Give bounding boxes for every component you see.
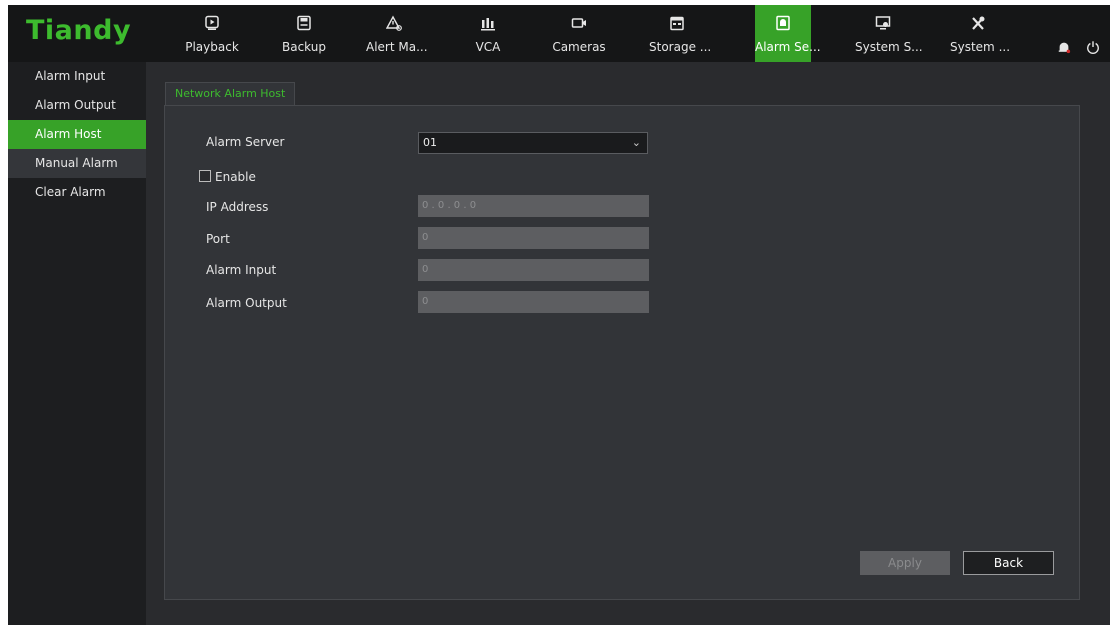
sidebar-item-alarm-output[interactable]: Alarm Output bbox=[8, 91, 146, 120]
storage-icon bbox=[649, 15, 705, 37]
nav-label: Alert Ma... bbox=[366, 40, 428, 54]
sidebar-item-alarm-input[interactable]: Alarm Input bbox=[8, 62, 146, 91]
sidebar-item-clear-alarm[interactable]: Clear Alarm bbox=[8, 178, 146, 207]
nav-alarm-settings[interactable]: Alarm Se... bbox=[755, 5, 821, 62]
alarm-server-value: 01 bbox=[423, 136, 437, 149]
nav-label: System ... bbox=[950, 40, 1011, 54]
camera-icon bbox=[551, 15, 607, 37]
system-settings-icon bbox=[855, 15, 911, 37]
port-field[interactable]: 0 bbox=[418, 227, 649, 249]
bell-icon[interactable] bbox=[1057, 39, 1071, 58]
content-panel bbox=[164, 105, 1080, 600]
power-icon[interactable] bbox=[1086, 39, 1100, 58]
nav-label: VCA bbox=[475, 40, 501, 54]
nav-system-tools[interactable]: System ... bbox=[950, 5, 1011, 62]
nav-label: Alarm Se... bbox=[755, 40, 821, 54]
nav-alert-management[interactable]: Alert Ma... bbox=[366, 5, 428, 62]
alarm-output-field[interactable]: 0 bbox=[418, 291, 649, 313]
alarm-server-select[interactable]: 01 ⌄ bbox=[418, 132, 648, 154]
nav-storage[interactable]: Storage ... bbox=[649, 5, 712, 62]
port-label: Port bbox=[206, 232, 230, 246]
backup-icon bbox=[276, 15, 332, 37]
sidebar-item-alarm-host[interactable]: Alarm Host bbox=[8, 120, 146, 149]
back-button[interactable]: Back bbox=[963, 551, 1054, 575]
alarm-output-label: Alarm Output bbox=[206, 296, 287, 310]
alarm-input-field[interactable]: 0 bbox=[418, 259, 649, 281]
nav-label: Storage ... bbox=[649, 40, 712, 54]
alarm-server-label: Alarm Server bbox=[206, 135, 285, 149]
apply-button[interactable]: Apply bbox=[860, 551, 950, 575]
nav-vca[interactable]: VCA bbox=[460, 5, 516, 62]
enable-label: Enable bbox=[215, 170, 256, 184]
enable-checkbox[interactable] bbox=[199, 170, 211, 182]
nav-backup[interactable]: Backup bbox=[276, 5, 332, 62]
top-icons bbox=[1047, 39, 1100, 58]
nav-cameras[interactable]: Cameras bbox=[551, 5, 607, 62]
nav-label: System S... bbox=[855, 40, 923, 54]
nav-label: Cameras bbox=[552, 40, 606, 54]
ip-address-label: IP Address bbox=[206, 200, 269, 214]
alert-icon bbox=[366, 15, 422, 37]
sidebar: Alarm Input Alarm Output Alarm Host Manu… bbox=[8, 62, 146, 625]
nav-system-settings[interactable]: System S... bbox=[855, 5, 923, 62]
tab-network-alarm-host[interactable]: Network Alarm Host bbox=[165, 82, 296, 107]
nav-label: Playback bbox=[185, 40, 239, 54]
top-nav-bar: Tiandy Playback Backup Alert Ma... VCA C… bbox=[8, 5, 1110, 62]
nav-playback[interactable]: Playback bbox=[184, 5, 240, 62]
logo: Tiandy bbox=[26, 15, 132, 46]
alarm-input-label: Alarm Input bbox=[206, 263, 277, 277]
nav-label: Backup bbox=[282, 40, 326, 54]
system-tools-icon bbox=[950, 15, 1006, 37]
alarm-settings-icon bbox=[755, 15, 811, 37]
playback-icon bbox=[184, 15, 240, 37]
chevron-down-icon: ⌄ bbox=[631, 136, 641, 149]
ip-address-field[interactable]: 0 . 0 . 0 . 0 bbox=[418, 195, 649, 217]
sidebar-item-manual-alarm[interactable]: Manual Alarm bbox=[8, 149, 146, 178]
vca-icon bbox=[460, 15, 516, 37]
